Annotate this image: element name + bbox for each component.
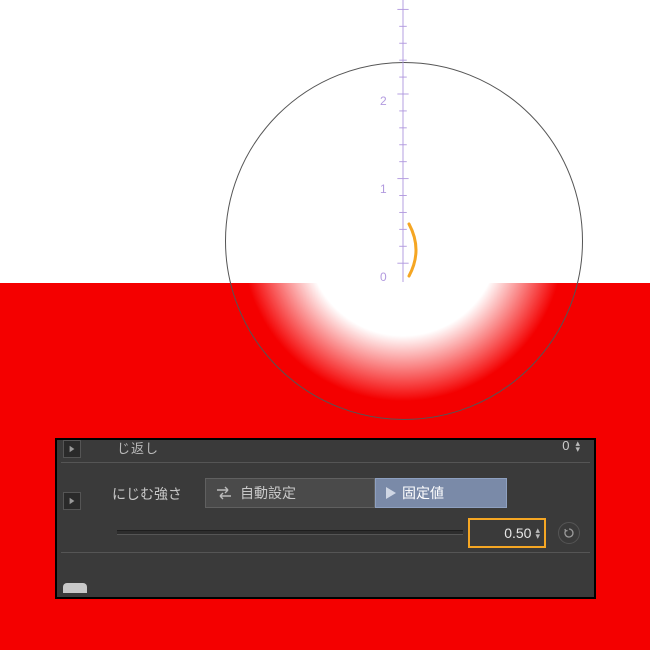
spinner-icon[interactable]: ▴▾	[535, 527, 540, 539]
reset-button[interactable]	[558, 522, 580, 544]
spinner-icon[interactable]: ▴▾	[575, 440, 580, 452]
truncated-row-label: じ返し	[117, 438, 159, 457]
stroke-curve-indicator	[407, 222, 433, 280]
reset-icon	[563, 527, 575, 539]
ruler-label-1: 1	[380, 182, 387, 196]
bleed-slider[interactable]	[117, 530, 463, 535]
ruler-label-2: 2	[380, 94, 387, 108]
panel-resize-handle[interactable]	[63, 583, 87, 593]
expand-toggle-2[interactable]	[63, 492, 81, 510]
auto-setting-label: 自動設定	[240, 483, 296, 503]
bleed-strength-label: にじむ強さ	[112, 484, 182, 504]
fixed-value-button[interactable]: 固定値	[375, 478, 507, 508]
divider	[61, 462, 590, 463]
auto-range-icon	[216, 486, 232, 500]
fixed-value-label: 固定値	[402, 483, 444, 503]
bleed-value-input[interactable]: 0.50 ▴▾	[468, 518, 546, 548]
truncated-row-value[interactable]: 0 ▴▾	[562, 438, 580, 453]
auto-setting-button[interactable]: 自動設定	[205, 478, 375, 508]
expand-toggle-1[interactable]	[63, 440, 81, 458]
settings-panel: じ返し 0 ▴▾ にじむ強さ 自動設定 固定値 0.50	[55, 438, 596, 599]
play-icon	[386, 487, 396, 499]
bleed-mode-toggle: 自動設定 固定値	[205, 478, 507, 508]
divider	[61, 552, 590, 553]
ruler-label-0: 0	[380, 270, 387, 284]
